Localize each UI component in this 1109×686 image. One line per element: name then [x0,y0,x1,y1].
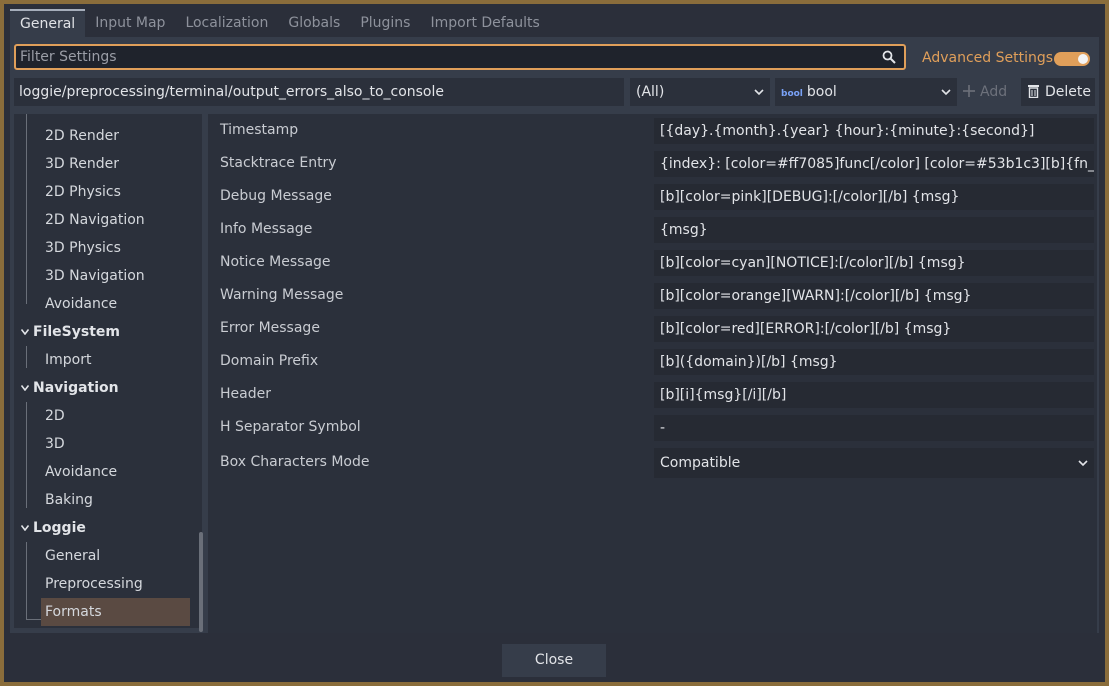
add-label: Add [980,84,1008,100]
tab-input-map[interactable]: Input Map [85,9,175,39]
setting-label: Warning Message [220,287,344,303]
tree-guide-line [26,619,42,620]
setting-label: Debug Message [220,188,332,204]
setting-row-stacktrace-entry: Stacktrace Entry {index}: [color=#ff7085… [208,147,1097,180]
search-icon [882,50,896,64]
setting-value-input[interactable]: [b][color=pink][DEBUG]:[/color][/b] {msg… [654,184,1094,210]
close-button[interactable]: Close [502,644,606,677]
filter-placeholder: Filter Settings [20,49,117,65]
tree-item-3d-navigation[interactable]: 3D Navigation [14,262,190,290]
setting-value-input[interactable]: [b][color=red][ERROR]:[/color][/b] {msg} [654,316,1094,342]
setting-row-header: Header [b][i]{msg}[/i][/b] [208,378,1097,411]
setting-row-domain-prefix: Domain Prefix [b]({domain})[/b] {msg} [208,345,1097,378]
setting-row-h-separator-symbol: H Separator Symbol - [208,411,1097,444]
setting-value-input[interactable]: [b]({domain})[/b] {msg} [654,349,1094,375]
tree-item-avoidance[interactable]: Avoidance [14,290,190,318]
setting-row-box-characters-mode: Box Characters Mode Compatible [208,444,1097,480]
settings-category-tree: 2D Render 3D Render 2D Physics 2D Naviga… [14,114,202,628]
settings-inspector: Timestamp [{day}.{month}.{year} {hour}:{… [208,114,1097,633]
tree-item-baking[interactable]: Baking [14,486,190,514]
setting-value-input[interactable]: [b][i]{msg}[/i][/b] [654,382,1094,408]
advanced-settings-toggle[interactable] [1054,52,1090,66]
tree-item-preprocessing[interactable]: Preprocessing [14,570,190,598]
tab-plugins[interactable]: Plugins [350,9,420,39]
tree-item-loggie-general[interactable]: General [14,542,190,570]
tree-scrollbar[interactable] [199,532,203,632]
tab-globals[interactable]: Globals [278,9,350,39]
tree-item-2d-navigation[interactable]: 2D Navigation [14,206,190,234]
tree-item-nav-avoidance[interactable]: Avoidance [14,458,190,486]
setting-label: Header [220,386,271,402]
setting-value-input[interactable]: {index}: [color=#ff7085]func[/color] [co… [654,151,1094,177]
bool-type-icon: bool [781,89,803,99]
collapse-arrow-icon [21,329,29,335]
setting-label: Info Message [220,221,313,237]
tree-section-navigation[interactable]: Navigation [14,374,190,402]
tree-section-filesystem[interactable]: FileSystem [14,318,190,346]
tree-item-3d-physics[interactable]: 3D Physics [14,234,190,262]
setting-label: H Separator Symbol [220,419,361,435]
property-path-input[interactable]: loggie/preprocessing/terminal/output_err… [14,78,624,106]
delete-button[interactable]: Delete [1021,78,1095,106]
setting-value-input[interactable]: [{day}.{month}.{year} {hour}:{minute}:{s… [654,118,1094,144]
property-type-value: bool [806,84,837,100]
filter-settings-input[interactable]: Filter Settings [14,44,906,70]
tab-bar: General Input Map Localization Globals P… [10,9,550,39]
collapse-arrow-icon [21,525,29,531]
chevron-down-icon [754,89,764,96]
setting-row-debug-message: Debug Message [b][color=pink][DEBUG]:[/c… [208,180,1097,213]
setting-row-notice-message: Notice Message [b][color=cyan][NOTICE]:[… [208,246,1097,279]
type-filter-select[interactable]: (All) [630,78,770,106]
tree-section-loggie[interactable]: Loggie [14,514,190,542]
setting-label: Stacktrace Entry [220,155,337,171]
tree-section-label: Navigation [33,380,119,396]
setting-label: Domain Prefix [220,353,319,369]
setting-row-warning-message: Warning Message [b][color=orange][WARN]:… [208,279,1097,312]
setting-label: Box Characters Mode [220,454,370,470]
select-value: Compatible [660,455,741,471]
tree-item-import[interactable]: Import [14,346,190,374]
add-button[interactable]: Add [962,78,1007,106]
setting-row-error-message: Error Message [b][color=red][ERROR]:[/co… [208,312,1097,345]
property-type-select[interactable]: bool bool [775,78,957,106]
collapse-arrow-icon [21,385,29,391]
tab-general[interactable]: General [10,9,86,39]
delete-label: Delete [1045,84,1091,100]
tree-item-nav-3d[interactable]: 3D [14,430,190,458]
general-panel: Filter Settings Advanced Settings loggie… [10,37,1099,633]
tree-item-2d-physics[interactable]: 2D Physics [14,178,190,206]
tree-item-nav-2d[interactable]: 2D [14,402,190,430]
tab-localization[interactable]: Localization [175,9,278,39]
advanced-settings-label: Advanced Settings [922,50,1054,66]
chevron-down-icon [941,89,951,96]
trash-icon [1028,85,1039,99]
tree-section-label: FileSystem [33,324,120,340]
plus-icon [963,85,975,97]
tree-item-formats[interactable]: Formats [41,598,190,626]
tree-item-2d-render[interactable]: 2D Render [14,122,190,150]
box-characters-mode-select[interactable]: Compatible [654,448,1094,478]
project-settings-window: General Input Map Localization Globals P… [4,4,1105,682]
setting-label: Notice Message [220,254,331,270]
setting-value-input[interactable]: [b][color=cyan][NOTICE]:[/color][/b] {ms… [654,250,1094,276]
setting-value-input[interactable]: - [654,415,1094,441]
setting-row-info-message: Info Message {msg} [208,213,1097,246]
setting-label: Timestamp [220,122,299,138]
setting-value-input[interactable]: {msg} [654,217,1094,243]
setting-row-timestamp: Timestamp [{day}.{month}.{year} {hour}:{… [208,114,1097,147]
chevron-down-icon [1078,460,1088,467]
setting-label: Error Message [220,320,320,336]
tab-import-defaults[interactable]: Import Defaults [420,9,549,39]
tree-item-3d-render[interactable]: 3D Render [14,150,190,178]
setting-value-input[interactable]: [b][color=orange][WARN]:[/color][/b] {ms… [654,283,1094,309]
type-filter-value: (All) [636,84,665,100]
tree-section-label: Loggie [33,520,86,536]
